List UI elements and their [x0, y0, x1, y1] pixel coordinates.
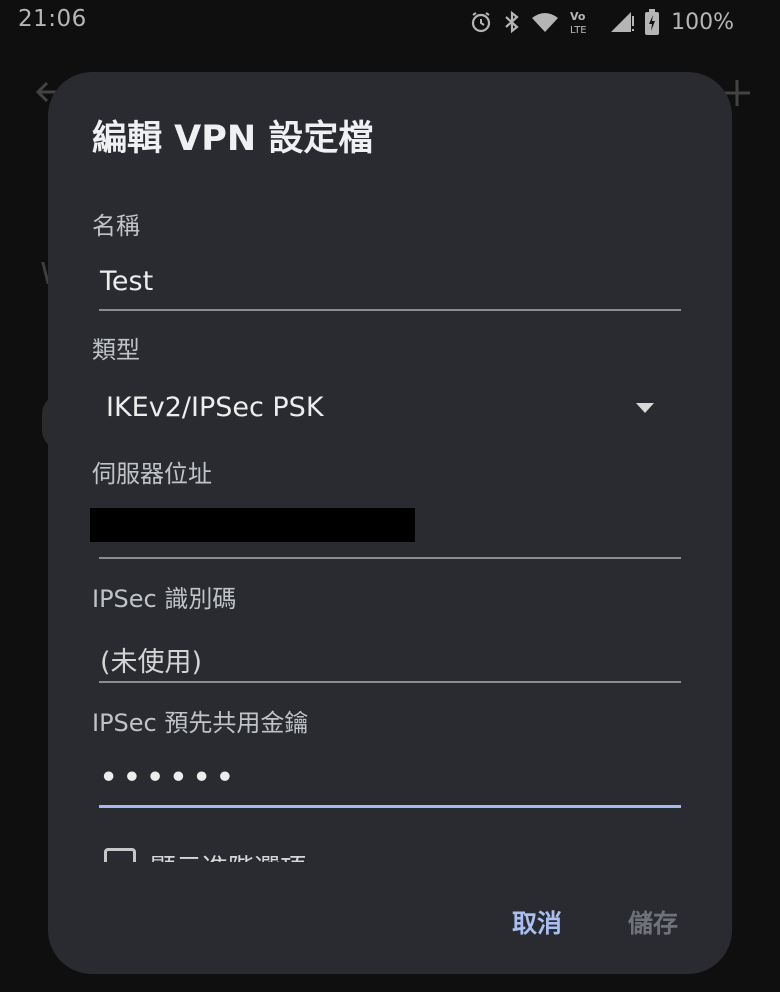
ipsec-psk-field[interactable]: •••••• — [100, 762, 240, 793]
edit-vpn-dialog: 編輯 VPN 設定檔 名稱 Test 類型 IKEv2/IPSec PSK 伺服… — [48, 72, 732, 974]
type-dropdown[interactable]: IKEv2/IPSec PSK — [106, 392, 324, 423]
ipsec-psk-underline — [99, 805, 681, 808]
server-address-field[interactable] — [90, 508, 415, 542]
name-field[interactable]: Test — [100, 266, 153, 297]
advanced-options-checkbox[interactable] — [104, 848, 136, 862]
ipsec-identifier-underline — [99, 681, 681, 683]
advanced-options-label[interactable]: 顯示進階選項 — [150, 848, 306, 862]
name-label: 名稱 — [92, 212, 140, 240]
save-button[interactable]: 儲存 — [628, 904, 678, 940]
name-field-underline — [99, 309, 681, 311]
scroll-clip-area: 顯示進階選項 — [48, 832, 732, 862]
ipsec-psk-label: IPSec 預先共用金鑰 — [92, 709, 309, 737]
type-label: 類型 — [92, 336, 140, 364]
dropdown-arrow-icon[interactable] — [636, 403, 654, 413]
cancel-button[interactable]: 取消 — [512, 904, 562, 940]
server-address-underline — [99, 557, 681, 559]
server-address-label: 伺服器位址 — [92, 460, 212, 488]
ipsec-identifier-label: IPSec 識別碼 — [92, 585, 237, 613]
dialog-title: 編輯 VPN 設定檔 — [92, 119, 374, 159]
ipsec-identifier-field[interactable]: (未使用) — [100, 640, 202, 679]
